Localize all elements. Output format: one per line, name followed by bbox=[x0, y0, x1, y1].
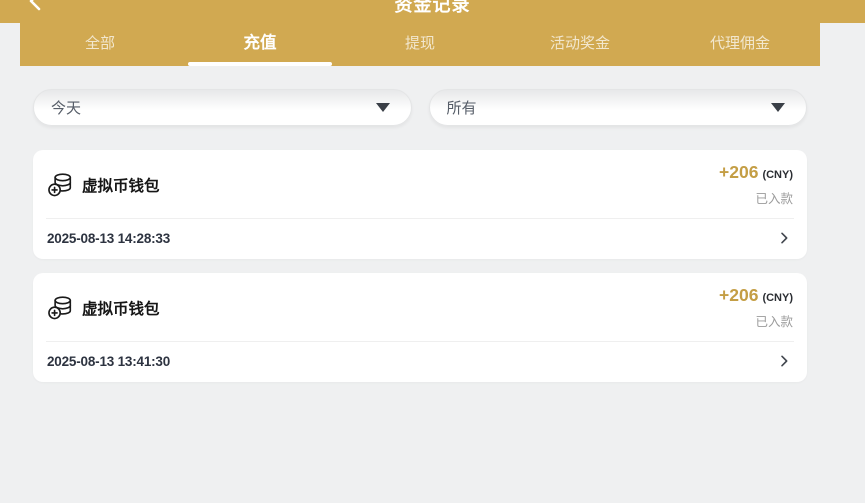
wallet-name: 虚拟币钱包 bbox=[82, 297, 160, 319]
wallet-info: 虚拟币钱包 bbox=[47, 172, 160, 198]
chevron-right-icon[interactable] bbox=[776, 230, 792, 246]
coin-stack-plus-icon bbox=[47, 172, 73, 198]
record-card[interactable]: 虚拟币钱包 +206 (CNY) 已入款 2025-08-13 13:41:30 bbox=[33, 273, 807, 382]
amount-value: +206 bbox=[719, 162, 758, 183]
type-filter-value: 所有 bbox=[430, 97, 477, 118]
wallet-name: 虚拟币钱包 bbox=[82, 174, 160, 196]
tab-bar: 全部 充值 提现 活动奖金 代理佣金 bbox=[20, 23, 820, 66]
record-summary: 虚拟币钱包 +206 (CNY) 已入款 bbox=[33, 273, 807, 341]
currency-label: (CNY) bbox=[762, 169, 793, 181]
record-summary: 虚拟币钱包 +206 (CNY) 已入款 bbox=[33, 150, 807, 218]
chevron-right-icon[interactable] bbox=[776, 353, 792, 369]
record-footer: 2025-08-13 14:28:33 bbox=[46, 218, 794, 259]
status-label: 已入款 bbox=[719, 188, 793, 207]
caret-down-icon bbox=[771, 103, 785, 112]
record-footer: 2025-08-13 13:41:30 bbox=[46, 341, 794, 382]
caret-down-icon bbox=[376, 103, 390, 112]
app-header: 资金记录 bbox=[0, 0, 865, 23]
coin-stack-plus-icon bbox=[47, 295, 73, 321]
tab-activity-bonus[interactable]: 活动奖金 bbox=[500, 23, 660, 66]
tab-deposit[interactable]: 充值 bbox=[180, 23, 340, 66]
content-area: 今天 所有 虚拟币钱包 bbox=[20, 66, 820, 382]
status-label: 已入款 bbox=[719, 311, 793, 330]
amount-value: +206 bbox=[719, 285, 758, 306]
date-filter-dropdown[interactable]: 今天 bbox=[33, 89, 412, 126]
record-card[interactable]: 虚拟币钱包 +206 (CNY) 已入款 2025-08-13 14:28:33 bbox=[33, 150, 807, 259]
tab-all[interactable]: 全部 bbox=[20, 23, 180, 66]
amount-column: +206 (CNY) 已入款 bbox=[719, 162, 793, 207]
date-filter-value: 今天 bbox=[34, 97, 81, 118]
record-timestamp: 2025-08-13 14:28:33 bbox=[47, 231, 170, 246]
wallet-info: 虚拟币钱包 bbox=[47, 295, 160, 321]
type-filter-dropdown[interactable]: 所有 bbox=[429, 89, 808, 126]
tab-withdraw[interactable]: 提现 bbox=[340, 23, 500, 66]
record-timestamp: 2025-08-13 13:41:30 bbox=[47, 354, 170, 369]
tab-agent-commission[interactable]: 代理佣金 bbox=[660, 23, 820, 66]
filter-row: 今天 所有 bbox=[33, 89, 807, 126]
page-title: 资金记录 bbox=[0, 0, 865, 17]
currency-label: (CNY) bbox=[762, 292, 793, 304]
amount-column: +206 (CNY) 已入款 bbox=[719, 285, 793, 330]
